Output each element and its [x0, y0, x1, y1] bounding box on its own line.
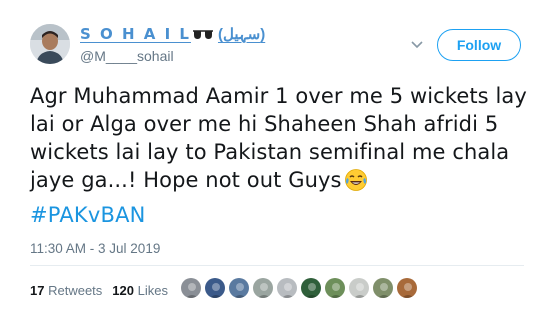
liker-avatar-image — [373, 278, 393, 298]
likes-count: 120 — [112, 283, 134, 298]
liker-avatar[interactable] — [348, 277, 370, 299]
tweet-stats: 17 Retweets 120 Likes — [30, 283, 168, 298]
author-handle[interactable]: @M____sohail — [80, 48, 174, 64]
tweet-timestamp[interactable]: 11:30 AM - 3 Jul 2019 — [30, 241, 160, 256]
liker-avatar[interactable] — [228, 277, 250, 299]
liker-avatar-image — [181, 278, 201, 298]
likes-label: Likes — [137, 283, 168, 298]
liker-avatar-image — [205, 278, 225, 298]
liker-avatar[interactable] — [204, 277, 226, 299]
sunglasses-icon — [192, 28, 214, 40]
divider-top — [30, 265, 524, 266]
liker-avatars — [180, 277, 418, 299]
liker-avatar-image — [325, 278, 345, 298]
retweets-count: 17 — [30, 283, 45, 298]
tweet-body: Agr Muhammad Aamir 1 over me 5 wickets l… — [30, 84, 527, 192]
liker-avatar[interactable] — [324, 277, 346, 299]
liker-avatar[interactable] — [372, 277, 394, 299]
liker-avatar-image — [301, 278, 321, 298]
hashtag-link[interactable]: #PAKvBAN — [30, 203, 146, 227]
chevron-down-icon[interactable] — [411, 37, 423, 49]
liker-avatar-image — [349, 278, 369, 298]
author-display-name[interactable]: S O H A I L — [80, 25, 191, 43]
liker-avatar-image — [277, 278, 297, 298]
retweets-stat[interactable]: 17 Retweets — [30, 283, 102, 298]
liker-avatar-image — [229, 278, 249, 298]
liker-avatar-image — [397, 278, 417, 298]
follow-button[interactable]: Follow — [437, 29, 521, 61]
author-avatar[interactable] — [30, 24, 70, 64]
author-name-row[interactable]: S O H A I L (سہیل) — [80, 25, 265, 43]
author-name-suffix: (سہیل) — [217, 26, 266, 43]
liker-avatar[interactable] — [396, 277, 418, 299]
retweets-label: Retweets — [48, 283, 103, 298]
liker-avatar-image — [253, 278, 273, 298]
liker-avatar[interactable] — [180, 277, 202, 299]
likes-stat[interactable]: 120 Likes — [112, 283, 168, 298]
liker-avatar[interactable] — [300, 277, 322, 299]
tears-of-joy-emoji-icon — [344, 168, 368, 192]
tweet-card: S O H A I L (سہیل) @M____sohail Follow A… — [0, 0, 555, 311]
liker-avatar[interactable] — [276, 277, 298, 299]
avatar-image — [30, 24, 70, 64]
tweet-text: Agr Muhammad Aamir 1 over me 5 wickets l… — [30, 82, 542, 194]
liker-avatar[interactable] — [252, 277, 274, 299]
